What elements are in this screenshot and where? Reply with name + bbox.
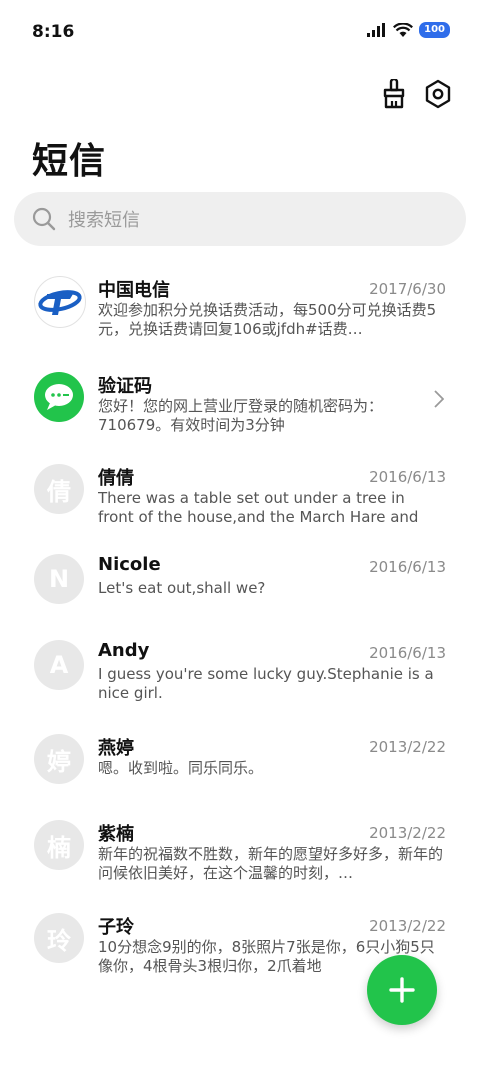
chevron-right-icon	[434, 390, 444, 408]
conversation-name: 燕婷	[98, 738, 134, 759]
conversation-name: Nicole	[98, 554, 161, 575]
signal-icon	[367, 23, 386, 37]
conversation-date: 2016/6/13	[369, 468, 446, 486]
conversation-name: 紫楠	[98, 824, 134, 845]
search-bar[interactable]	[14, 192, 466, 248]
conversation-name: 中国电信	[98, 280, 170, 301]
page-title: 短信	[32, 141, 107, 182]
avatar: A	[34, 640, 84, 690]
avatar: 楠	[34, 820, 84, 870]
status-time: 8:16	[32, 22, 75, 42]
conversation-item[interactable]: 楠 紫楠 2013/2/22 新年的祝福数不胜数，新年的愿望好多好多，新年的问候…	[0, 810, 480, 900]
status-bar: 8:16 100	[0, 0, 480, 64]
avatar: 倩	[34, 464, 84, 514]
conversation-name: 倩倩	[98, 468, 134, 489]
conversation-preview: There was a table set out under a tree i…	[98, 489, 419, 526]
settings-button[interactable]	[420, 76, 456, 112]
conversation-preview: 您好！您的网上营业厅登录的随机密码为：710679。有效时间为3分钟	[98, 397, 384, 434]
avatar: N	[34, 554, 84, 604]
plus-icon	[389, 977, 415, 1003]
conversation-item[interactable]: 验证码 您好！您的网上营业厅登录的随机密码为：710679。有效时间为3分钟	[0, 362, 480, 452]
search-input[interactable]	[66, 192, 450, 248]
status-icons: 100	[367, 22, 450, 38]
conversation-item[interactable]: 中国电信 2017/6/30 欢迎参加积分兑换话费活动，每500分可兑换话费5元…	[0, 266, 480, 356]
conversation-date: 2017/6/30	[369, 280, 446, 298]
wifi-icon	[393, 22, 414, 37]
conversation-name: 验证码	[98, 376, 152, 397]
avatar: 婷	[34, 734, 84, 784]
conversation-preview: Let's eat out,shall we?	[98, 579, 266, 597]
conversation-item[interactable]: 婷 燕婷 2013/2/22 嗯。收到啦。同乐同乐。	[0, 724, 480, 814]
china-telecom-logo	[34, 276, 86, 328]
clean-button[interactable]	[376, 76, 412, 112]
conversation-item[interactable]: N Nicole 2016/6/13 Let's eat out,shall w…	[0, 544, 480, 634]
conversation-date: 2016/6/13	[369, 558, 446, 576]
conversation-item[interactable]: A Andy 2016/6/13 I guess you're some luc…	[0, 630, 480, 720]
avatar: 玲	[34, 913, 84, 963]
conversation-date: 2013/2/22	[369, 824, 446, 842]
settings-icon	[425, 79, 451, 109]
search-icon	[32, 207, 56, 231]
conversation-name: 子玲	[98, 917, 134, 938]
conversation-preview: I guess you're some lucky guy.Stephanie …	[98, 665, 434, 702]
conversation-date: 2013/2/22	[369, 738, 446, 756]
conversation-preview: 嗯。收到啦。同乐同乐。	[98, 759, 264, 777]
conversation-preview: 欢迎参加积分兑换话费活动，每500分可兑换话费5元，兑换话费请回复106或jfd…	[98, 301, 437, 338]
conversation-date: 2016/6/13	[369, 644, 446, 662]
conversation-item[interactable]: 倩 倩倩 2016/6/13 There was a table set out…	[0, 454, 480, 544]
conversation-preview: 新年的祝福数不胜数，新年的愿望好多好多，新年的问候依旧美好，在这个温馨的时刻，…	[98, 845, 444, 882]
battery-icon: 100	[419, 22, 450, 38]
new-message-button[interactable]	[367, 955, 437, 1025]
conversation-name: Andy	[98, 640, 150, 661]
broom-icon	[383, 79, 405, 109]
message-bubble-icon	[34, 372, 84, 422]
conversation-date: 2013/2/22	[369, 917, 446, 935]
